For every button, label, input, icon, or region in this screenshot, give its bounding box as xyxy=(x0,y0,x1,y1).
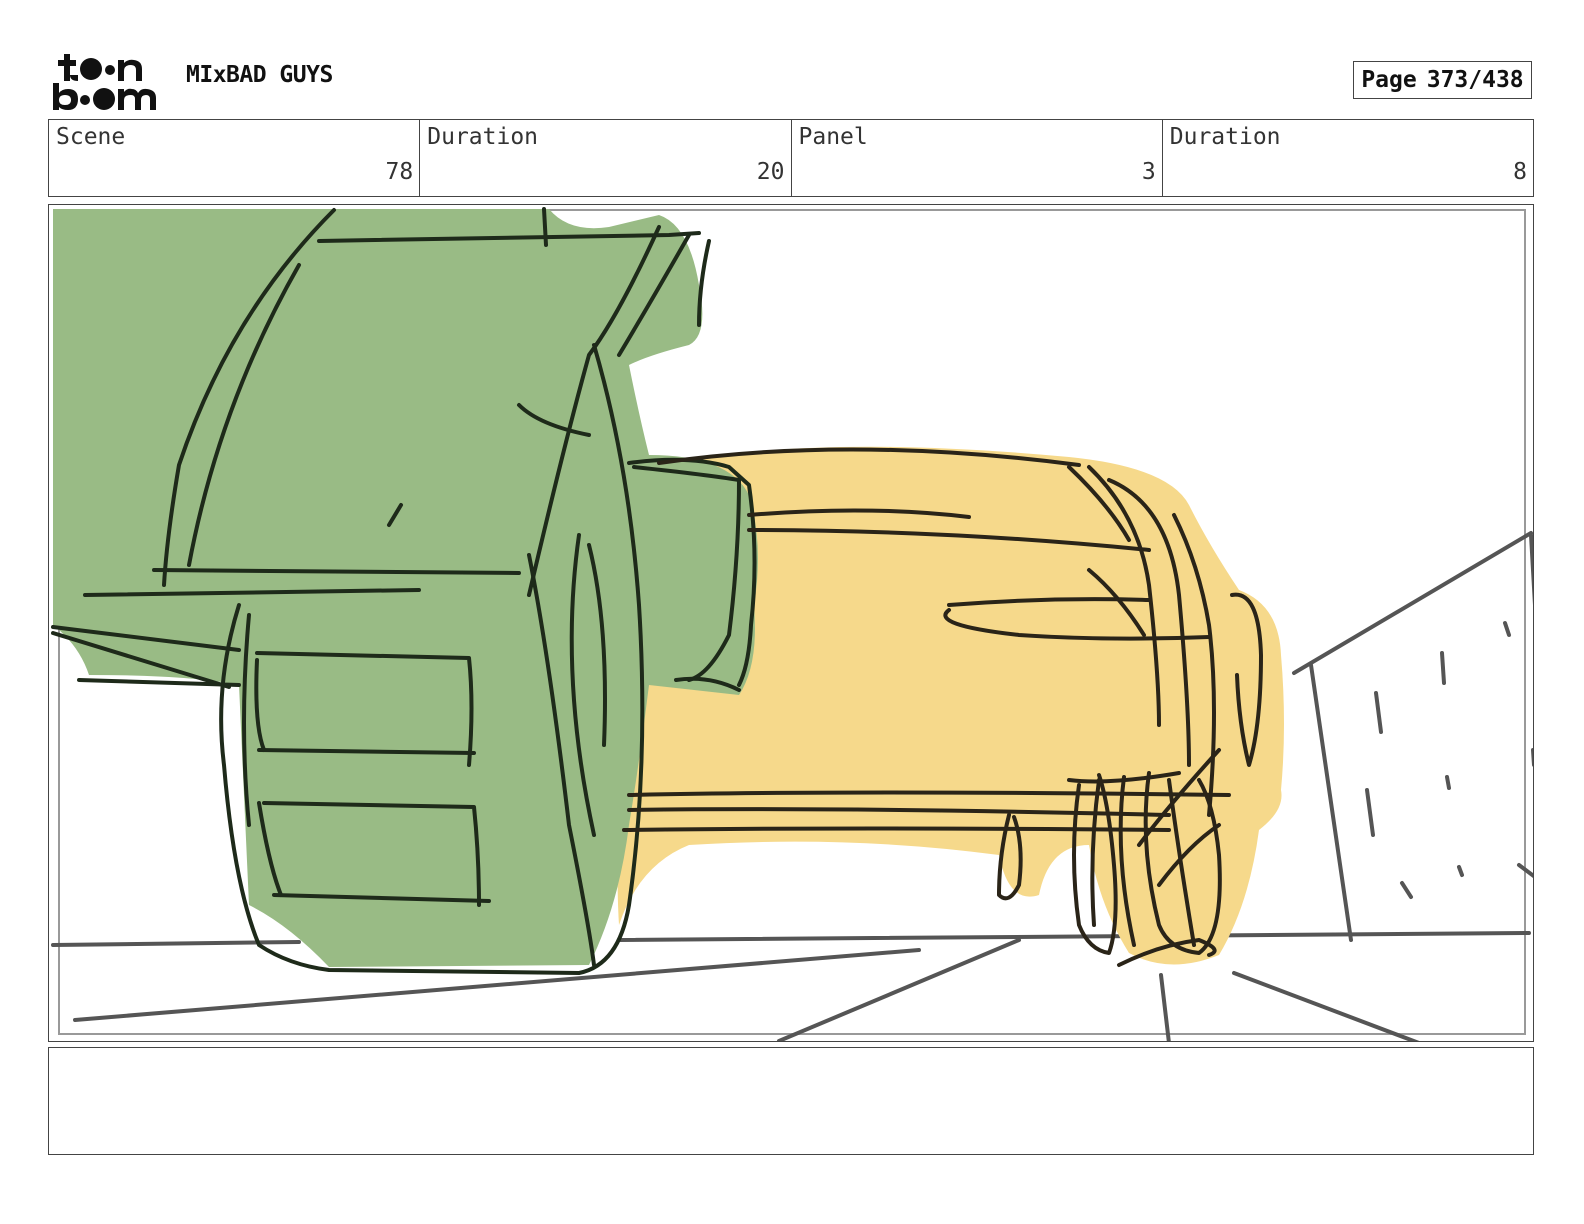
scene-cell: Scene 78 xyxy=(49,120,421,196)
storyboard-sketch xyxy=(51,207,1533,1041)
scene-duration-cell: Duration 20 xyxy=(420,120,792,196)
project-title: MIxBAD GUYS xyxy=(186,62,333,88)
page-label: Page xyxy=(1361,67,1417,93)
page-number: 373/438 xyxy=(1426,67,1524,93)
scene-label: Scene xyxy=(56,124,126,150)
toon-boom-logo xyxy=(52,52,164,112)
panel-duration-label: Duration xyxy=(1169,124,1281,150)
panel-label: Panel xyxy=(798,124,868,150)
scene-duration-value: 20 xyxy=(756,159,785,185)
panel-notes xyxy=(48,1047,1534,1155)
scene-value: 78 xyxy=(385,159,414,185)
panel-info-table: Scene 78 Duration 20 Panel 3 Duration 8 xyxy=(48,119,1534,197)
panel-value: 3 xyxy=(1141,159,1156,185)
scene-duration-label: Duration xyxy=(427,124,539,150)
panel-duration-value: 8 xyxy=(1513,159,1527,185)
panel-cell: Panel 3 xyxy=(792,120,1163,196)
panel-duration-cell: Duration 8 xyxy=(1163,120,1533,196)
wall-sketch xyxy=(1292,531,1533,942)
ground-lines xyxy=(51,931,1531,1041)
storyboard-panel xyxy=(48,204,1534,1042)
page-indicator: Page 373/438 xyxy=(1353,61,1532,99)
